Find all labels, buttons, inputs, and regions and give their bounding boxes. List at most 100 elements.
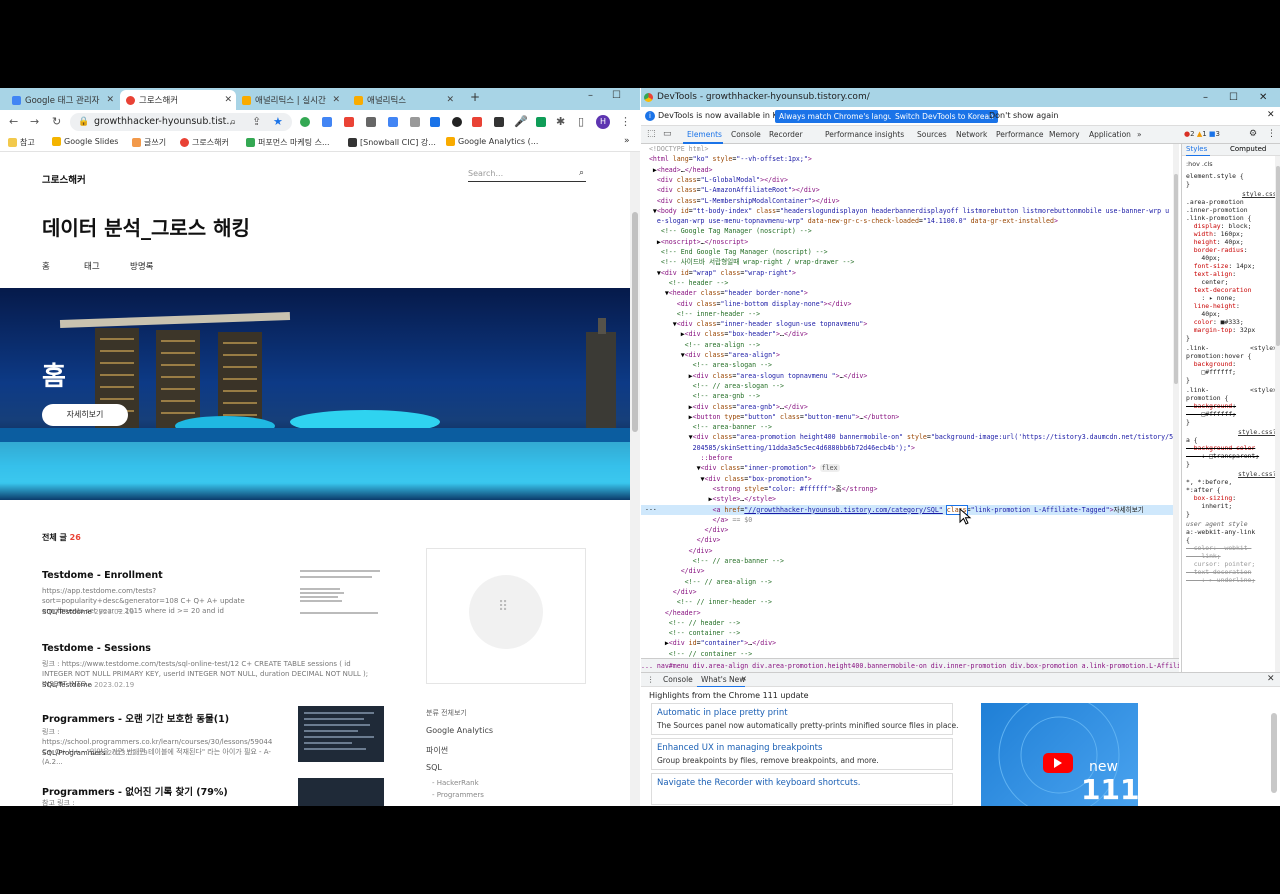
scrollbar-thumb[interactable]	[1174, 174, 1178, 384]
extension-icon[interactable]	[366, 117, 376, 127]
bookmark-item[interactable]: Google Analytics (...	[446, 137, 538, 146]
switch-to-korean-button[interactable]: Switch DevTools to Korean	[891, 110, 998, 123]
dom-line[interactable]: ▼<div class="area-promotion height400 ba…	[641, 432, 1179, 442]
close-tab-icon[interactable]: ✕	[446, 95, 454, 105]
dom-line[interactable]: <!-- End Google Tag Manager (noscript) -…	[641, 247, 1179, 257]
close-window-button[interactable]: ✕	[1259, 88, 1267, 107]
dom-line[interactable]: 204585/skinSetting/11dda3a5c5ec4d6880bb6…	[641, 443, 1179, 453]
more-tabs-icon[interactable]: »	[1137, 130, 1142, 139]
post-thumbnail[interactable]	[298, 778, 384, 806]
dom-line[interactable]: ▶<div class="box-header">…</div>	[641, 329, 1179, 339]
settings-gear-icon[interactable]: ⚙	[1249, 129, 1257, 139]
new-tab-button[interactable]: +	[470, 90, 480, 104]
profile-avatar[interactable]: H	[596, 115, 610, 129]
category-python[interactable]: 파이썬	[426, 745, 448, 756]
drawer-tab-whats-new[interactable]: What's New	[701, 675, 745, 684]
dom-line[interactable]: <div class="L-GlobalModal"></div>	[641, 175, 1179, 185]
dom-line[interactable]: ▼<div class="inner-header slogun-use top…	[641, 319, 1179, 329]
dont-show-again-button[interactable]: Don't show again	[989, 111, 1058, 120]
tab-growthhacker[interactable]: 그로스해커 ✕	[120, 90, 236, 110]
bookmark-item[interactable]: 참고	[8, 137, 35, 148]
extension-icon[interactable]	[452, 117, 462, 127]
extensions-puzzle-icon[interactable]: ✱	[556, 115, 565, 128]
dom-line[interactable]: </header>	[641, 608, 1179, 618]
search-box[interactable]: Search... ⌕	[468, 168, 586, 182]
elements-dom-tree[interactable]: <!DOCTYPE html> <html lang="ko" style="-…	[641, 144, 1179, 658]
search-icon[interactable]: ⌕	[579, 168, 584, 178]
drawer-scrollbar-thumb[interactable]	[1271, 713, 1277, 793]
style-decl[interactable]: margin-top: 32px	[1186, 326, 1256, 334]
extension-icon[interactable]	[536, 117, 546, 127]
dom-line[interactable]: <div class="L-AmazonAffiliateRoot"></div…	[641, 185, 1179, 195]
minimize-button[interactable]: –	[588, 90, 593, 101]
devtools-menu-icon[interactable]: ⋮	[1267, 129, 1276, 139]
extension-icon[interactable]	[388, 117, 398, 127]
dom-line[interactable]: <!-- // area-slogan -->	[641, 381, 1179, 391]
tab-computed[interactable]: Computed	[1230, 145, 1266, 153]
share-icon[interactable]: ⇪	[252, 115, 261, 128]
category-hackerrank[interactable]: - HackerRank	[432, 779, 479, 787]
dom-line[interactable]: <!-- inner-header -->	[641, 309, 1179, 319]
dom-line[interactable]: ▶<div class="area-slogun topnavmenu ">…<…	[641, 371, 1179, 381]
category-all[interactable]: 분류 전체보기	[426, 708, 467, 718]
extension-icon[interactable]	[322, 117, 332, 127]
dom-line[interactable]: </div>	[641, 525, 1179, 535]
dom-line-selected[interactable]: ··· <a href="//growthhacker-hyounsub.tis…	[641, 504, 1179, 515]
tab-tag-manager[interactable]: Google 태그 관리자 ✕	[6, 90, 118, 110]
style-source-link[interactable]: <style>	[1250, 344, 1277, 352]
chrome-111-promo-image[interactable]: new 111	[981, 703, 1138, 806]
styles-filter[interactable]: :hov .cls	[1186, 160, 1213, 168]
drawer-menu-icon[interactable]: ⋮	[647, 675, 655, 684]
close-tab-icon[interactable]: ✕	[332, 95, 340, 105]
category-google-analytics[interactable]: Google Analytics	[426, 726, 493, 735]
issue-badges[interactable]: ●2 ▲1 ■3	[1184, 130, 1220, 138]
dom-line[interactable]: <!DOCTYPE html>	[641, 144, 1179, 154]
bookmark-item[interactable]: 그로스해커	[180, 137, 229, 148]
reload-icon[interactable]: ↻	[52, 115, 61, 128]
scrollbar-thumb[interactable]	[1276, 166, 1280, 346]
extension-icon[interactable]	[410, 117, 420, 127]
dom-line[interactable]: <!-- // area-align -->	[641, 577, 1179, 587]
tab-styles[interactable]: Styles	[1186, 145, 1207, 153]
tab-performance-insights[interactable]: Performance insights	[825, 130, 904, 139]
maximize-button[interactable]: ☐	[1229, 88, 1238, 107]
dom-line[interactable]: </div>	[641, 535, 1179, 545]
drawer-tab-console[interactable]: Console	[663, 675, 693, 684]
tab-performance[interactable]: Performance	[996, 130, 1044, 139]
dom-line[interactable]: <strong style="color: #ffffff">홈</strong…	[641, 484, 1179, 494]
menu-kebab-icon[interactable]: ⋮	[620, 115, 631, 128]
dom-line[interactable]: ▼<div class="area-align">	[641, 350, 1179, 360]
post-title[interactable]: Programmers - 없어진 기록 찾기 (79%)	[42, 784, 228, 798]
dom-line[interactable]: </div>	[641, 587, 1179, 597]
tab-analytics[interactable]: 애널리틱스 ✕	[348, 90, 458, 110]
dom-line[interactable]: </div>	[641, 566, 1179, 576]
dom-line[interactable]: <!-- area-banner -->	[641, 422, 1179, 432]
dom-line[interactable]: <!-- // area-banner -->	[641, 556, 1179, 566]
dom-line[interactable]: <html lang="ko" style="--vh-offset:1px;"…	[641, 154, 1179, 164]
close-tab-icon[interactable]: ✕	[106, 95, 114, 105]
bookmark-item[interactable]: [Snowball CIC] 강...	[348, 137, 436, 148]
whats-new-title[interactable]: Navigate the Recorder with keyboard shor…	[657, 778, 861, 788]
maximize-button[interactable]: ☐	[612, 90, 621, 101]
tab-sources[interactable]: Sources	[917, 130, 947, 139]
zoom-search-icon[interactable]: ⌕	[230, 115, 236, 129]
side-panel-icon[interactable]: ▯	[578, 115, 584, 128]
dom-line[interactable]: <!-- header -->	[641, 278, 1179, 288]
dom-line[interactable]: ▼<body id="tt-body-index" class="headers…	[641, 206, 1179, 216]
dom-line[interactable]: ▶<div id="container">…</div>	[641, 638, 1179, 648]
dom-line[interactable]: ::before	[641, 453, 1179, 463]
dom-line[interactable]: <div class="L-MembershipModalContainer">…	[641, 196, 1179, 206]
style-decl[interactable]: : □transparent;	[1186, 452, 1259, 460]
post-thumbnail[interactable]	[298, 706, 384, 762]
dom-line[interactable]: ▶<style>…</style>	[641, 494, 1179, 504]
style-decl[interactable]: □#ffffff;	[1186, 410, 1236, 418]
close-drawer-icon[interactable]: ✕	[1267, 674, 1275, 684]
inspect-element-icon[interactable]: ⬚	[647, 129, 656, 139]
close-tab-icon[interactable]: ✕	[224, 95, 232, 105]
nav-guestbook[interactable]: 방명록	[130, 260, 153, 272]
dom-line[interactable]: ▼<header class="header border-none">	[641, 288, 1179, 298]
style-source-link[interactable]: style.css?_3971	[1238, 470, 1280, 478]
forward-arrow-icon[interactable]: →	[30, 115, 39, 128]
post-title[interactable]: Testdome - Sessions	[42, 643, 151, 654]
dom-line[interactable]: ▶<noscript>…</noscript>	[641, 237, 1179, 247]
